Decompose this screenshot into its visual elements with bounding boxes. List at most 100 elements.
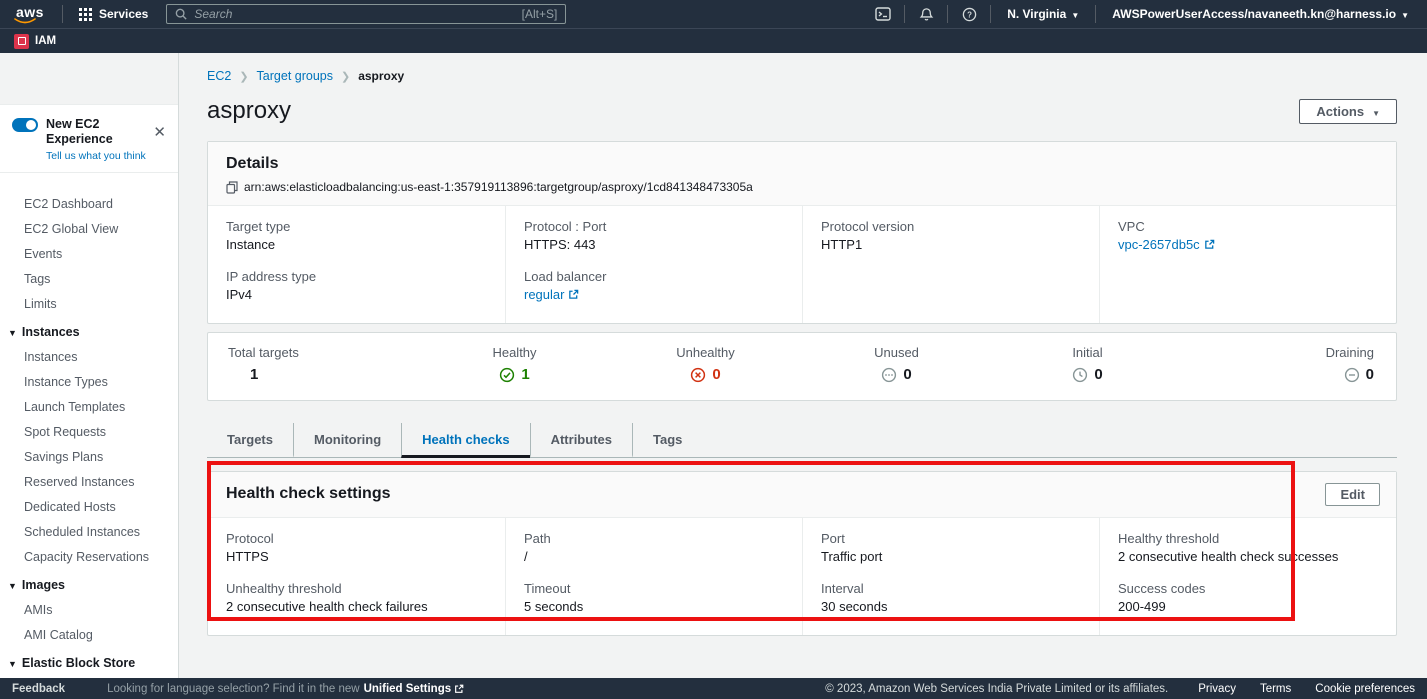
sidebar-item-ec2-global-view[interactable]: EC2 Global View — [0, 216, 178, 241]
sidebar-item-tags[interactable]: Tags — [0, 266, 178, 291]
hc-timeout-value: 5 seconds — [524, 599, 784, 614]
ec2-sidebar: New EC2 Experience Tell us what you thin… — [0, 53, 179, 678]
new-experience-panel: New EC2 Experience Tell us what you thin… — [0, 105, 178, 173]
privacy-link[interactable]: Privacy — [1198, 683, 1236, 695]
field-label: Success codes — [1118, 581, 1378, 596]
copyright-text: © 2023, Amazon Web Services India Privat… — [825, 683, 1168, 695]
sidebar-section-instances[interactable]: ▼Instances — [0, 316, 178, 344]
sidebar-item-dedicated-hosts[interactable]: Dedicated Hosts — [0, 494, 178, 519]
feedback-button[interactable]: Feedback — [12, 683, 65, 695]
breadcrumb-ec2[interactable]: EC2 — [207, 69, 231, 83]
sidebar-item-launch-templates[interactable]: Launch Templates — [0, 394, 178, 419]
tell-us-link[interactable]: Tell us what you think — [46, 150, 168, 162]
sidebar-item-capacity-reservations[interactable]: Capacity Reservations — [0, 544, 178, 569]
initial-clock-icon — [1072, 367, 1088, 383]
breadcrumb-separator: ❯ — [341, 70, 350, 83]
triangle-down-icon: ▼ — [8, 328, 17, 338]
sidebar-item-ami-catalog[interactable]: AMI Catalog — [0, 622, 178, 647]
top-navigation-bar: aws Services Search [Alt+S] ? — [0, 0, 1427, 28]
protocol-version-value: HTTP1 — [821, 237, 1081, 252]
topbar-divider — [1095, 5, 1096, 23]
notifications-bell-icon[interactable] — [913, 7, 939, 22]
counter-initial: Initial 0 — [992, 345, 1183, 386]
svg-text:?: ? — [967, 10, 972, 19]
healthy-value: 1 — [521, 366, 529, 383]
sidebar-item-scheduled-instances[interactable]: Scheduled Instances — [0, 519, 178, 544]
global-search-input[interactable]: Search [Alt+S] — [166, 4, 566, 24]
topbar-right-group: ? N. Virginia▼ AWSPowerUserAccess/navane… — [870, 5, 1417, 23]
close-icon[interactable]: ✕ — [153, 123, 166, 141]
copy-icon[interactable] — [226, 181, 238, 194]
sidebar-section-elastic-block-store[interactable]: ▼Elastic Block Store — [0, 647, 178, 675]
external-link-icon — [568, 289, 579, 300]
actions-button[interactable]: Actions▼ — [1299, 99, 1397, 124]
sidebar-item-ec2-dashboard[interactable]: EC2 Dashboard — [0, 191, 178, 216]
ip-address-type-value: IPv4 — [226, 287, 487, 302]
sidebar-item-events[interactable]: Events — [0, 241, 178, 266]
aws-smile-icon — [14, 18, 36, 24]
tab-tags[interactable]: Tags — [632, 423, 702, 458]
services-label: Services — [99, 7, 148, 21]
services-grid-icon — [79, 8, 92, 21]
region-selector[interactable]: N. Virginia▼ — [999, 7, 1087, 21]
details-fields-grid: Target typeInstance IP address typeIPv4 … — [208, 206, 1396, 323]
field-label: Protocol : Port — [524, 219, 784, 234]
cloudshell-icon[interactable] — [870, 7, 896, 21]
help-icon[interactable]: ? — [956, 7, 982, 22]
sidebar-item-reserved-instances[interactable]: Reserved Instances — [0, 469, 178, 494]
topbar-divider — [990, 5, 991, 23]
unified-settings-link[interactable]: Unified Settings — [364, 683, 465, 695]
sidebar-item-instance-types[interactable]: Instance Types — [0, 369, 178, 394]
sidebar-item-instances[interactable]: Instances — [0, 344, 178, 369]
topbar-divider — [62, 5, 63, 23]
counter-healthy: Healthy 1 — [419, 345, 610, 386]
hc-healthy-threshold-value: 2 consecutive health check successes — [1118, 549, 1378, 564]
load-balancer-link[interactable]: regular — [524, 287, 579, 302]
new-experience-toggle[interactable] — [12, 118, 38, 132]
field-label: Load balancer — [524, 269, 784, 284]
vpc-link[interactable]: vpc-2657db5c — [1118, 237, 1215, 252]
hc-path-value: / — [524, 549, 784, 564]
hc-port-value: Traffic port — [821, 549, 1081, 564]
counter-unused: Unused 0 — [801, 345, 992, 386]
field-label: Interval — [821, 581, 1081, 596]
tab-monitoring[interactable]: Monitoring — [293, 423, 401, 458]
body-area: New EC2 Experience Tell us what you thin… — [0, 53, 1427, 678]
target-type-value: Instance — [226, 237, 487, 252]
breadcrumb: EC2 ❯ Target groups ❯ asproxy — [207, 69, 1397, 83]
edit-button[interactable]: Edit — [1325, 483, 1380, 506]
services-menu-button[interactable]: Services — [71, 7, 156, 21]
unhealthy-value: 0 — [712, 366, 720, 383]
health-check-settings-card: Health check settings Edit Protocol HTTPS… — [207, 471, 1397, 636]
field-label: Protocol — [226, 531, 487, 546]
tab-targets[interactable]: Targets — [207, 423, 293, 458]
hc-success-codes-value: 200-499 — [1118, 599, 1378, 614]
counter-draining: Draining 0 — [1183, 345, 1378, 386]
draining-value: 0 — [1366, 366, 1374, 383]
tab-health-checks[interactable]: Health checks — [401, 423, 529, 458]
total-targets-value: 1 — [250, 366, 258, 383]
main-content: EC2 ❯ Target groups ❯ asproxy asproxy Ac… — [179, 53, 1427, 678]
aws-logo[interactable]: aws — [10, 4, 54, 24]
sidebar-item-spot-requests[interactable]: Spot Requests — [0, 419, 178, 444]
sidebar-item-amis[interactable]: AMIs — [0, 597, 178, 622]
hc-protocol-value: HTTPS — [226, 549, 487, 564]
terms-link[interactable]: Terms — [1260, 683, 1291, 695]
triangle-down-icon: ▼ — [8, 581, 17, 591]
sidebar-item-limits[interactable]: Limits — [0, 291, 178, 316]
breadcrumb-current: asproxy — [358, 69, 404, 83]
unhealthy-x-icon — [690, 367, 706, 383]
tab-attributes[interactable]: Attributes — [530, 423, 632, 458]
health-card-header: Health check settings Edit — [208, 472, 1396, 518]
sidebar-item-savings-plans[interactable]: Savings Plans — [0, 444, 178, 469]
account-menu[interactable]: AWSPowerUserAccess/navaneeth.kn@harness.… — [1104, 7, 1417, 21]
search-shortcut: [Alt+S] — [522, 7, 558, 21]
unused-ellipsis-icon — [881, 367, 897, 383]
hc-unhealthy-threshold-value: 2 consecutive health check failures — [226, 599, 487, 614]
field-label: Timeout — [524, 581, 784, 596]
hc-interval-value: 30 seconds — [821, 599, 1081, 614]
sidebar-section-images[interactable]: ▼Images — [0, 569, 178, 597]
breadcrumb-target-groups[interactable]: Target groups — [257, 69, 333, 83]
cookie-preferences-link[interactable]: Cookie preferences — [1315, 683, 1415, 695]
favorite-iam-link[interactable]: IAM — [14, 34, 56, 49]
